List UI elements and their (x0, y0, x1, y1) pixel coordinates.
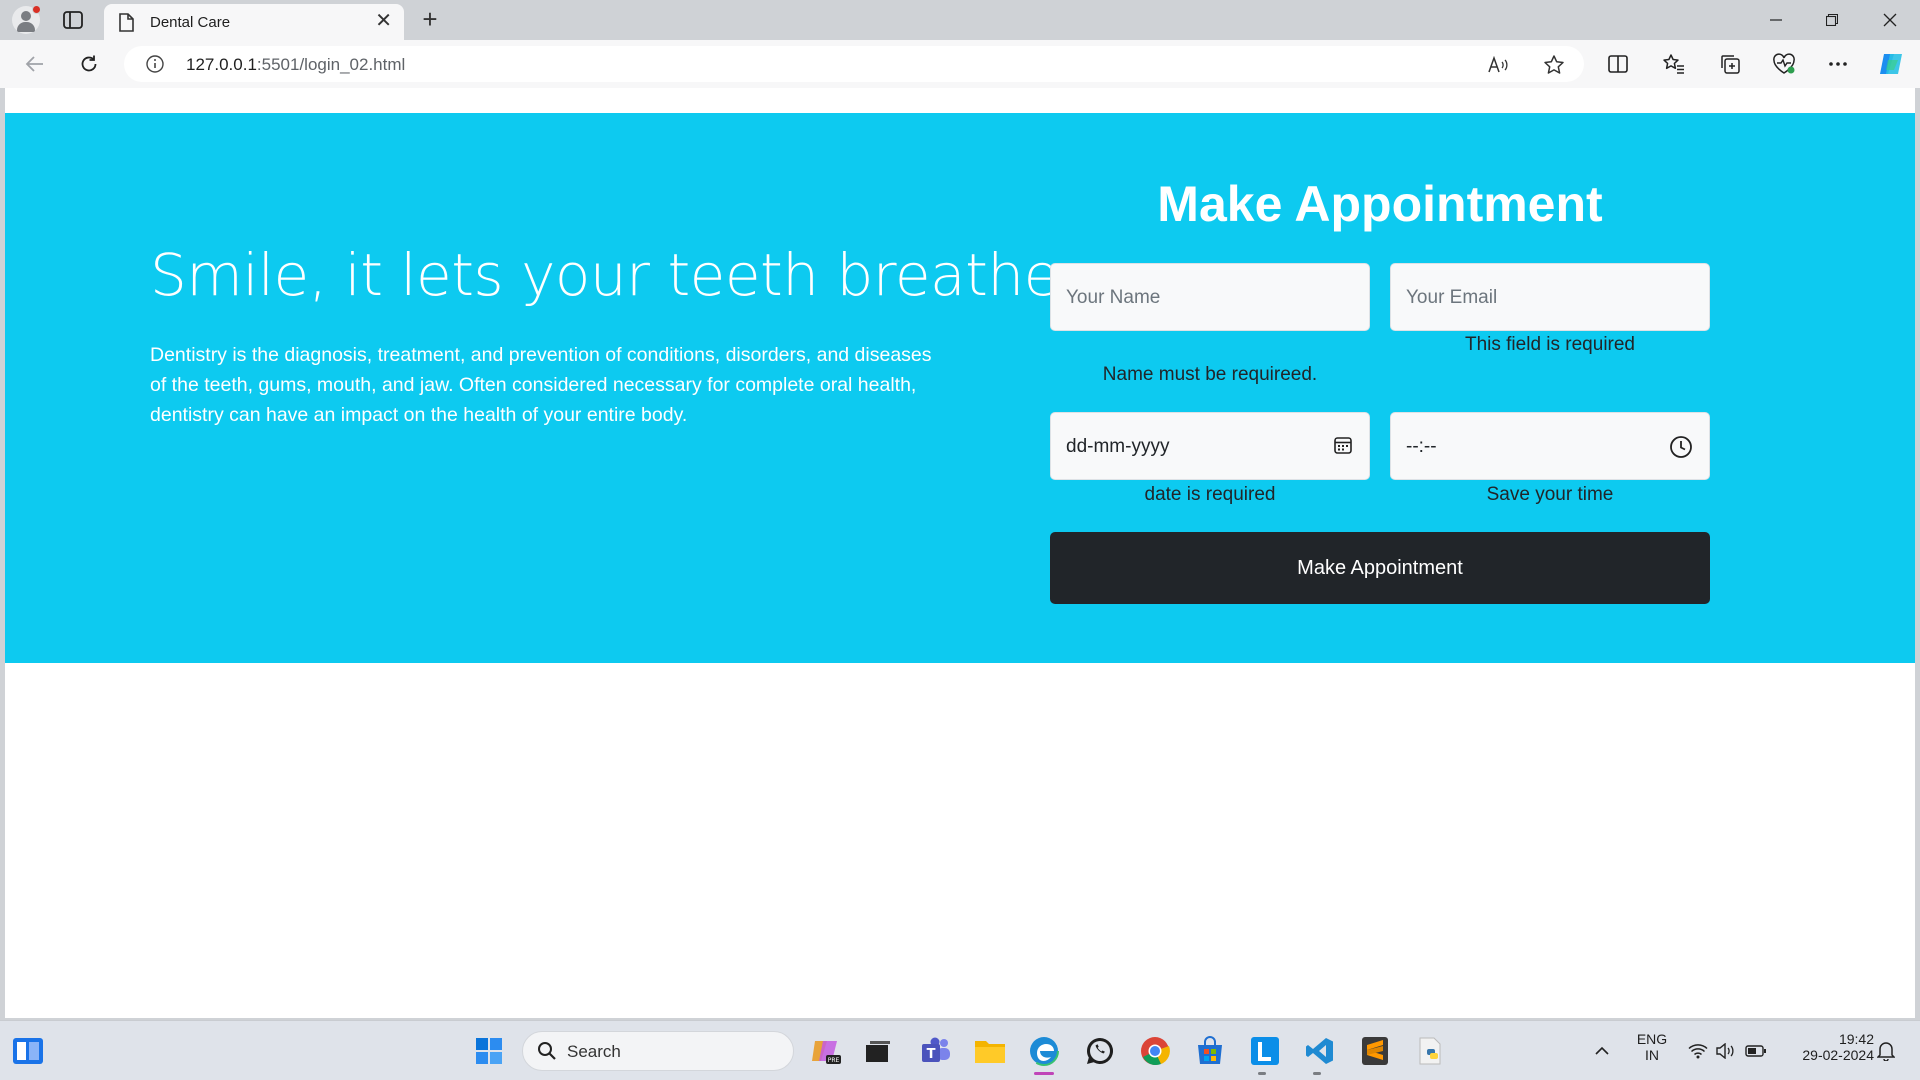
l-app-icon[interactable] (1247, 1033, 1283, 1069)
search-label: Search (567, 1042, 621, 1061)
restore-icon[interactable] (1804, 0, 1860, 40)
close-tab-icon[interactable]: ✕ (375, 11, 392, 31)
copilot-preview-icon[interactable]: PRE (808, 1033, 844, 1069)
date-input[interactable]: dd-mm-yyyy (1050, 412, 1370, 480)
name-placeholder: Your Name (1066, 287, 1161, 308)
widgets-icon[interactable] (10, 1033, 46, 1069)
teams-icon[interactable]: T (918, 1033, 954, 1069)
page-viewport: Smile, it lets your teeth breathe Dentis… (5, 88, 1915, 1018)
chevron-up-icon[interactable] (1584, 1033, 1620, 1069)
vscode-icon[interactable] (1302, 1033, 1338, 1069)
url-text[interactable]: 127.0.0.1:5501/login_02.html (186, 55, 405, 75)
address-bar[interactable]: 127.0.0.1:5501/login_02.html (124, 46, 1584, 82)
time-input[interactable]: --:-- (1390, 412, 1710, 480)
more-options-icon[interactable] (1824, 50, 1852, 78)
start-windows-icon[interactable] (471, 1033, 507, 1069)
hero-heading: Smile, it lets your teeth breathe (150, 241, 1059, 309)
edge-active-indicator (1034, 1072, 1054, 1075)
minimize-icon[interactable] (1748, 0, 1804, 40)
clock-icon[interactable] (1669, 435, 1693, 464)
email-placeholder: Your Email (1406, 287, 1498, 308)
email-validation-message: This field is required (1464, 334, 1636, 355)
notification-bell-icon[interactable] (1868, 1033, 1904, 1069)
hero-description: Dentistry is the diagnosis, treatment, a… (150, 344, 932, 426)
chrome-icon[interactable] (1137, 1033, 1173, 1069)
collections-icon[interactable] (1716, 50, 1744, 78)
read-aloud-icon[interactable] (1486, 53, 1510, 77)
search-icon (537, 1041, 557, 1066)
browser-title-bar: Dental Care ✕ + (0, 0, 1920, 40)
browser-toolbar: 127.0.0.1:5501/login_02.html (0, 40, 1920, 88)
edge-browser-icon[interactable] (1026, 1033, 1062, 1069)
favorites-icon[interactable] (1660, 50, 1688, 78)
windows-taskbar: Search PRE T ENG IN 19:42 29-02-2024 (0, 1020, 1920, 1080)
microsoft-store-icon[interactable] (1192, 1033, 1228, 1069)
reload-icon[interactable] (72, 48, 106, 80)
date-value: dd-mm-yyyy (1066, 436, 1170, 457)
whatsapp-icon[interactable] (1082, 1033, 1118, 1069)
l-app-running-indicator (1258, 1072, 1266, 1075)
clock-date[interactable]: 19:42 29-02-2024 (1780, 1031, 1874, 1063)
sublime-text-icon[interactable] (1357, 1033, 1393, 1069)
tab-title: Dental Care (150, 14, 231, 31)
name-input[interactable]: Your Name (1050, 263, 1370, 331)
page-icon (118, 13, 134, 37)
hero-section: Smile, it lets your teeth breathe Dentis… (5, 113, 1915, 663)
close-window-icon[interactable] (1862, 0, 1918, 40)
make-appointment-button[interactable]: Make Appointment (1050, 532, 1710, 604)
task-view-icon[interactable] (860, 1033, 896, 1069)
appointment-form-title: Make Appointment (1157, 176, 1603, 232)
email-input[interactable]: Your Email (1390, 263, 1710, 331)
profile-avatar-icon[interactable] (12, 5, 41, 34)
back-arrow-icon[interactable] (18, 48, 52, 80)
file-explorer-icon[interactable] (972, 1033, 1008, 1069)
browser-essentials-icon[interactable] (1770, 50, 1798, 78)
vscode-running-indicator (1313, 1072, 1321, 1075)
time-helper-message: Save your time (1486, 484, 1614, 505)
time-value: --:-- (1406, 436, 1437, 457)
python-file-icon[interactable] (1412, 1033, 1448, 1069)
battery-icon[interactable] (1738, 1033, 1774, 1069)
svg-text:T: T (927, 1047, 936, 1062)
name-validation-message: Name must be requireed. (1102, 364, 1318, 385)
copilot-icon[interactable] (1878, 50, 1906, 78)
split-screen-icon[interactable] (1604, 50, 1632, 78)
site-info-icon[interactable] (146, 55, 164, 78)
input-language[interactable]: ENG IN (1627, 1031, 1677, 1063)
date-validation-message: date is required (1144, 484, 1276, 505)
svg-text:PRE: PRE (828, 1057, 840, 1064)
new-tab-button[interactable]: + (414, 4, 446, 36)
tab-actions-icon[interactable] (62, 10, 84, 30)
favorite-star-icon[interactable] (1542, 53, 1566, 77)
taskbar-search-box[interactable]: Search (522, 1031, 794, 1071)
calendar-icon[interactable] (1333, 435, 1353, 460)
browser-tab[interactable]: Dental Care ✕ (104, 4, 404, 40)
